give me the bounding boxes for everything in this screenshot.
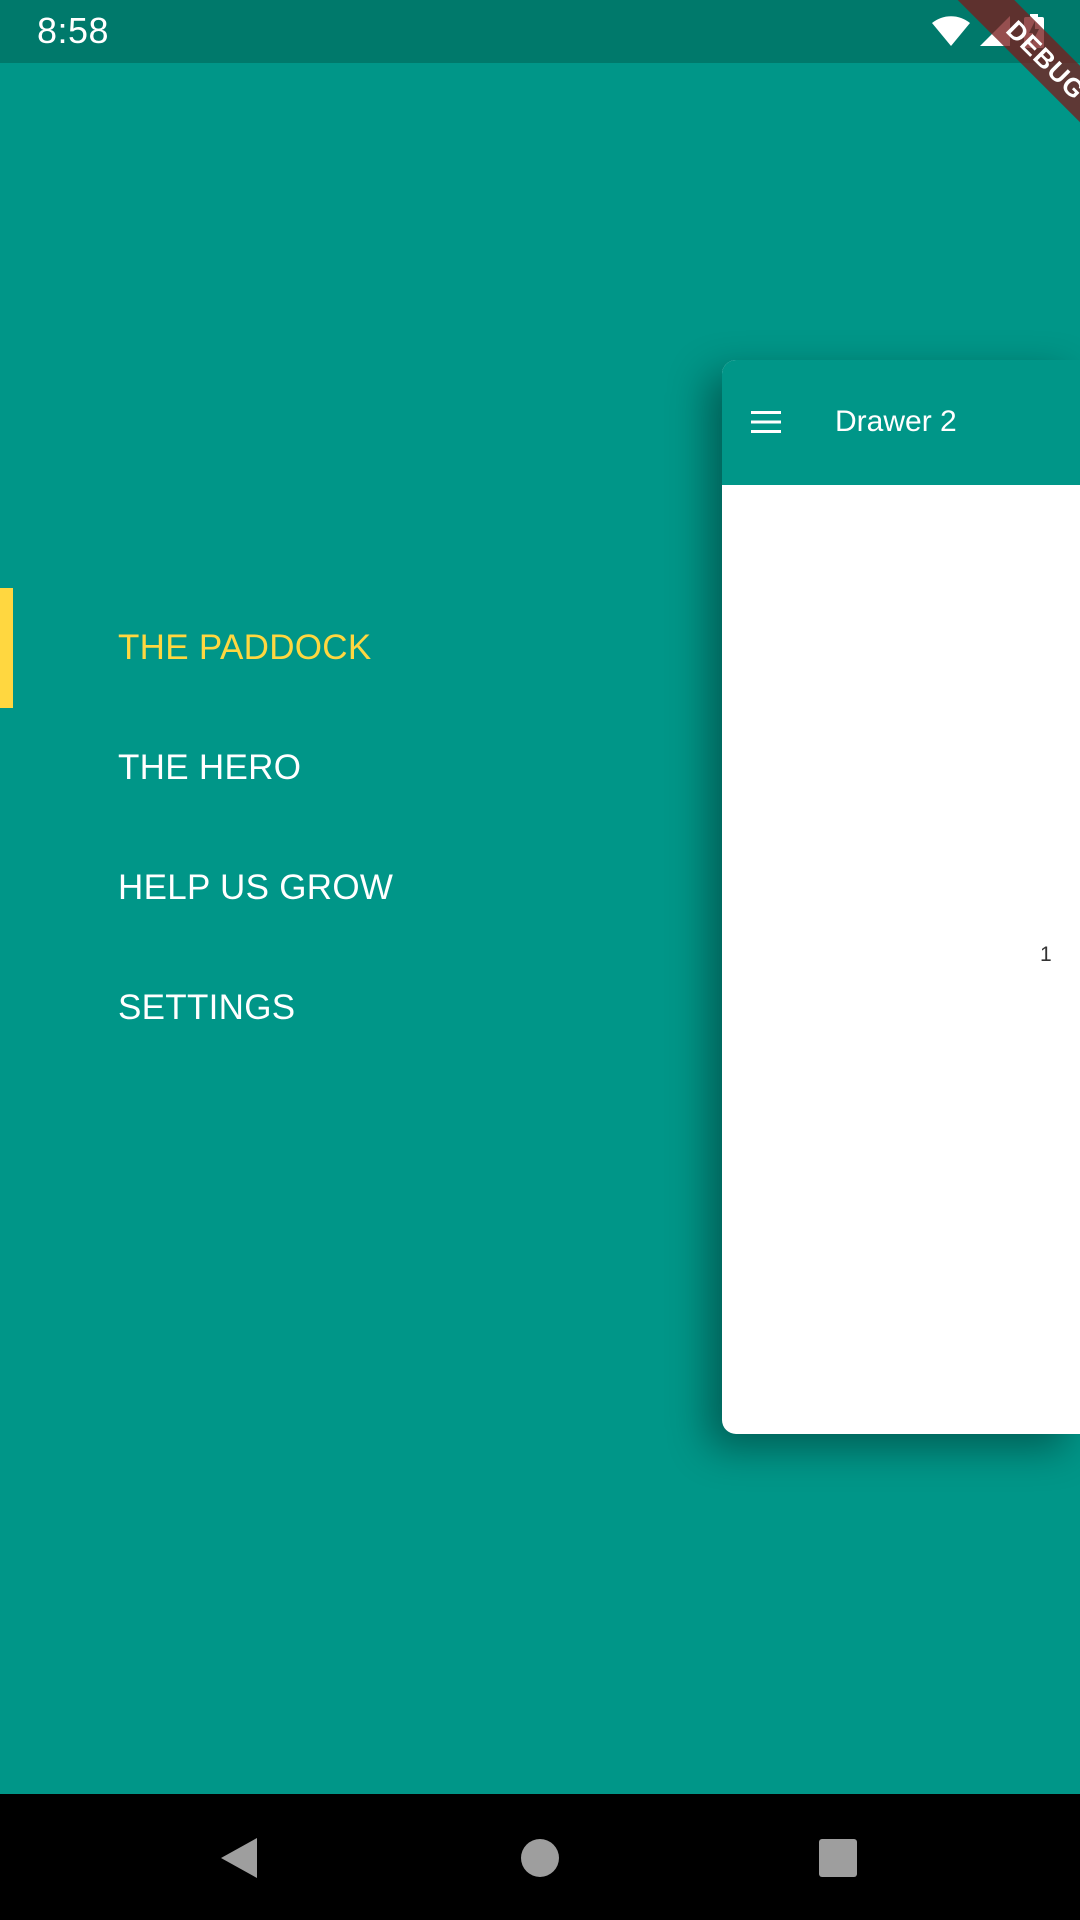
- status-icons: [932, 13, 1044, 49]
- navigation-bar: [0, 1794, 1080, 1920]
- recents-button[interactable]: [816, 1836, 860, 1880]
- drawer-item-settings[interactable]: SETTINGS: [0, 948, 680, 1068]
- drawer-menu: THE PADDOCK THE HERO HELP US GROW SETTIN…: [0, 588, 680, 1068]
- menu-button[interactable]: [744, 400, 788, 444]
- home-button[interactable]: [518, 1836, 562, 1880]
- app-bar-title: Drawer 2: [835, 405, 957, 438]
- content-card[interactable]: Drawer 2 1: [722, 360, 1080, 1434]
- recents-icon: [819, 1839, 857, 1877]
- drawer-item-label: SETTINGS: [118, 988, 296, 1027]
- back-button[interactable]: [217, 1836, 261, 1880]
- drawer-item-label: HELP US GROW: [118, 868, 394, 907]
- drawer-item-the-hero[interactable]: THE HERO: [0, 708, 680, 828]
- wifi-icon: [932, 16, 970, 46]
- back-icon: [221, 1838, 257, 1878]
- signal-icon: [980, 16, 1010, 46]
- home-icon: [521, 1839, 559, 1877]
- drawer-item-label: THE HERO: [118, 748, 302, 787]
- drawer-item-the-paddock[interactable]: THE PADDOCK: [0, 588, 680, 708]
- status-bar: 8:58: [0, 0, 1080, 63]
- status-time: 8:58: [37, 10, 110, 51]
- app-bar: Drawer 2: [722, 360, 1080, 485]
- hamburger-menu-icon: [751, 411, 781, 433]
- active-indicator: [0, 588, 13, 708]
- page-number: 1: [1040, 943, 1052, 966]
- drawer-item-label: THE PADDOCK: [118, 628, 372, 667]
- battery-charging-icon: [1024, 14, 1044, 48]
- drawer-item-help-us-grow[interactable]: HELP US GROW: [0, 828, 680, 948]
